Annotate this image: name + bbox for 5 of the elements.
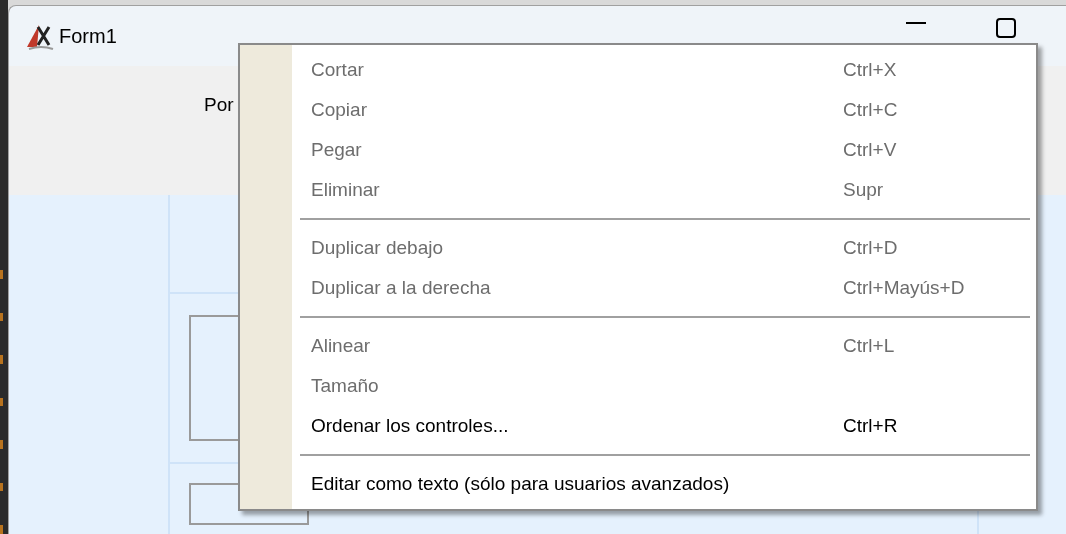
menu-item[interactable]: Editar como texto (sólo para usuarios avanzados) [240, 464, 1036, 504]
maximize-icon[interactable] [996, 18, 1016, 38]
window-title: Form1 [59, 24, 117, 49]
menu-item[interactable]: Ordenar los controles... Ctrl+R [240, 406, 1036, 446]
field-label: Por [204, 94, 234, 115]
